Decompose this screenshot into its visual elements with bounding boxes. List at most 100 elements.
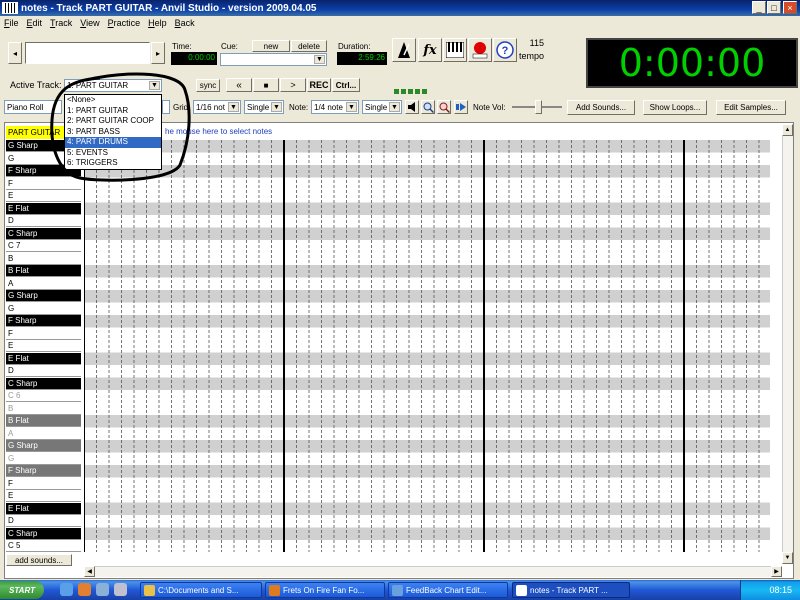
edit-samples-button[interactable]: Edit Samples... bbox=[716, 100, 786, 115]
menu-edit[interactable]: Edit bbox=[23, 18, 47, 28]
note-label[interactable]: F Sharp bbox=[6, 465, 81, 478]
taskbar-item[interactable]: C:\Documents and S... bbox=[140, 582, 262, 598]
grid-row[interactable] bbox=[84, 452, 770, 466]
grid-row[interactable] bbox=[84, 490, 770, 503]
maximize-button[interactable]: □ bbox=[767, 1, 781, 14]
grid-row[interactable] bbox=[84, 265, 770, 278]
explorer-icon[interactable] bbox=[96, 583, 109, 596]
scroll-right-button[interactable]: ▸ bbox=[151, 42, 165, 64]
firefox-icon[interactable] bbox=[78, 583, 91, 596]
grid-row[interactable] bbox=[84, 502, 770, 516]
note-label[interactable]: F Sharp bbox=[6, 315, 81, 328]
note-label[interactable]: E Flat bbox=[6, 202, 81, 215]
minimize-button[interactable]: _ bbox=[752, 1, 766, 14]
note-label[interactable]: C 5 bbox=[6, 540, 81, 553]
sync-button[interactable]: sync bbox=[196, 79, 220, 92]
grid-mode-select[interactable]: Single ▼ bbox=[244, 100, 284, 114]
taskbar-item[interactable]: FeedBack Chart Edit... bbox=[388, 582, 508, 598]
note-label[interactable]: B Flat bbox=[6, 415, 81, 428]
grid-row[interactable] bbox=[84, 277, 770, 291]
active-track-dropdown-list[interactable]: <None> 1: PART GUITAR 2: PART GUITAR COOP 3… bbox=[64, 94, 162, 170]
scroll-left-button[interactable]: ◂ bbox=[8, 42, 22, 64]
grid-row[interactable] bbox=[84, 152, 770, 166]
note-label[interactable]: G bbox=[6, 302, 81, 315]
note-grid[interactable] bbox=[84, 140, 770, 552]
taskbar-item[interactable]: Frets On Fire Fan Fo... bbox=[265, 582, 385, 598]
play-button[interactable]: > bbox=[280, 78, 306, 92]
note-label[interactable]: C Sharp bbox=[6, 527, 81, 540]
dropdown-option[interactable]: 2: PART GUITAR COOP bbox=[65, 116, 161, 127]
stop-button[interactable]: ■ bbox=[253, 78, 279, 92]
cue-delete-button[interactable]: delete bbox=[291, 40, 327, 52]
note-label[interactable]: F bbox=[6, 177, 81, 190]
rec-button[interactable]: REC bbox=[307, 78, 331, 92]
desktop-icon[interactable] bbox=[60, 583, 73, 596]
track-tag[interactable]: PART GUITAR bbox=[6, 126, 66, 139]
piano-button[interactable] bbox=[443, 38, 467, 62]
note-vol-slider-thumb[interactable] bbox=[535, 100, 542, 114]
grid-row[interactable] bbox=[84, 402, 770, 416]
menu-file[interactable]: File bbox=[0, 18, 23, 28]
menu-track[interactable]: Track bbox=[46, 18, 76, 28]
view-mode-select-edge[interactable] bbox=[162, 100, 170, 114]
rewind-button[interactable]: « bbox=[226, 78, 252, 92]
note-label[interactable]: D bbox=[6, 365, 81, 378]
note-length-select[interactable]: 1/4 note ▼ bbox=[311, 100, 359, 114]
menu-help[interactable]: Help bbox=[144, 18, 171, 28]
horizontal-scrollbar[interactable] bbox=[84, 566, 782, 577]
note-label[interactable]: C Sharp bbox=[6, 377, 81, 390]
grid-row[interactable] bbox=[84, 252, 770, 266]
dropdown-option[interactable]: <None> bbox=[65, 95, 161, 106]
grid-row[interactable] bbox=[84, 365, 770, 378]
grid-row[interactable] bbox=[84, 465, 770, 478]
grid-select[interactable]: 1/16 not ▼ bbox=[193, 100, 241, 114]
dropdown-option[interactable]: 6: TRIGGERS bbox=[65, 158, 161, 169]
note-label[interactable]: E Flat bbox=[6, 502, 81, 515]
note-label[interactable]: A bbox=[6, 277, 81, 290]
note-label[interactable]: E Flat bbox=[6, 352, 81, 365]
grid-row[interactable] bbox=[84, 377, 770, 391]
zoom-out-button[interactable] bbox=[437, 100, 451, 114]
grid-row[interactable] bbox=[84, 165, 770, 178]
note-label[interactable]: B Flat bbox=[6, 265, 81, 278]
record-button[interactable] bbox=[468, 38, 492, 62]
note-label[interactable]: C 7 bbox=[6, 240, 81, 253]
grid-row[interactable] bbox=[84, 540, 770, 552]
close-button[interactable]: × bbox=[783, 1, 797, 14]
play-marker-button[interactable] bbox=[454, 100, 468, 114]
grid-row[interactable] bbox=[84, 390, 770, 403]
zoom-in-button[interactable] bbox=[421, 100, 435, 114]
note-label[interactable]: E bbox=[6, 340, 81, 353]
add-sounds-button[interactable]: Add Sounds... bbox=[567, 100, 635, 115]
grid-row[interactable] bbox=[84, 515, 770, 528]
dropdown-option[interactable]: 5: EVENTS bbox=[65, 148, 161, 159]
grid-row[interactable] bbox=[84, 440, 770, 453]
tempo-value[interactable]: 115 bbox=[522, 38, 544, 48]
menu-practice[interactable]: Practice bbox=[104, 18, 145, 28]
grid-row[interactable] bbox=[84, 227, 770, 241]
grid-row[interactable] bbox=[84, 290, 770, 303]
ctrl-button[interactable]: Ctrl... bbox=[332, 78, 360, 92]
dropdown-option[interactable]: 3: PART BASS bbox=[65, 127, 161, 138]
scroll-right-arrow[interactable]: ▶ bbox=[771, 566, 782, 577]
grid-row[interactable] bbox=[84, 190, 770, 203]
grid-row[interactable] bbox=[84, 302, 770, 316]
help-button[interactable]: ? bbox=[493, 38, 517, 62]
grid-row[interactable] bbox=[84, 215, 770, 228]
dropdown-option[interactable]: 4: PART DRUMS bbox=[65, 137, 161, 148]
menu-back[interactable]: Back bbox=[171, 18, 199, 28]
metronome-button[interactable] bbox=[392, 38, 416, 62]
active-track-select[interactable]: 1: PART GUITAR ▼ bbox=[64, 79, 162, 92]
note-label[interactable]: B bbox=[6, 252, 81, 265]
note-label[interactable]: C 6 bbox=[6, 390, 81, 403]
grid-row[interactable] bbox=[84, 415, 770, 428]
grid-row[interactable] bbox=[84, 315, 770, 328]
grid-row[interactable] bbox=[84, 527, 770, 541]
view-mode-select[interactable]: Piano Roll bbox=[4, 100, 62, 114]
note-label[interactable]: C Sharp bbox=[6, 227, 81, 240]
grid-row[interactable] bbox=[84, 352, 770, 366]
note-label[interactable]: F bbox=[6, 327, 81, 340]
note-label[interactable]: E bbox=[6, 490, 81, 503]
note-label[interactable]: G Sharp bbox=[6, 440, 81, 453]
show-loops-button[interactable]: Show Loops... bbox=[643, 100, 707, 115]
